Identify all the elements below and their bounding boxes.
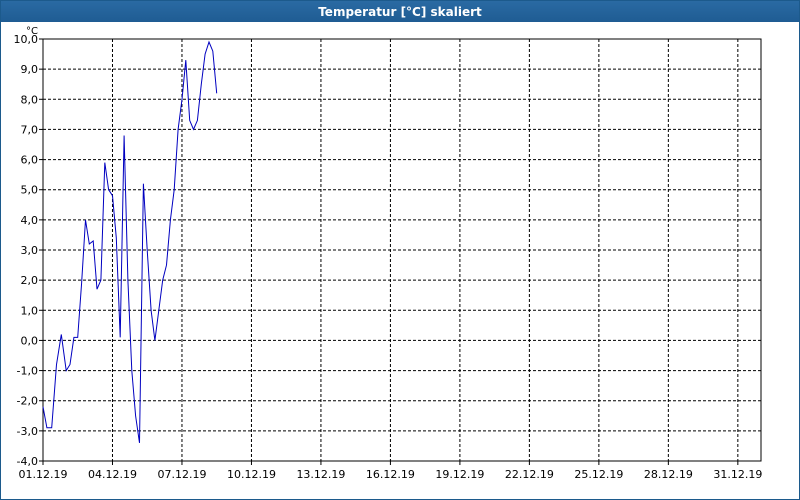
x-axis: 01.12.19 04.12.19 07.12.19 10.12.19 13.12.19… bbox=[19, 461, 762, 481]
x-tick-label: 04.12.19 bbox=[88, 468, 137, 481]
y-tick-label: 1,0 bbox=[21, 304, 39, 317]
y-tick-label: -3,0 bbox=[17, 425, 38, 438]
chart-window: Temperatur [°C] skaliert -4,0 -3,0 -2,0 -1,… bbox=[0, 0, 800, 500]
x-tick-label: 07.12.19 bbox=[157, 468, 206, 481]
y-tick-label: 2,0 bbox=[21, 274, 39, 287]
y-tick-label: 4,0 bbox=[21, 214, 39, 227]
y-tick-label: 7,0 bbox=[21, 123, 39, 136]
x-tick-label: 25.12.19 bbox=[574, 468, 623, 481]
x-tick-label: 01.12.19 bbox=[19, 468, 68, 481]
window-title: Temperatur [°C] skaliert bbox=[1, 1, 799, 22]
x-tick-label: 31.12.19 bbox=[713, 468, 762, 481]
y-tick-label: -2,0 bbox=[17, 395, 38, 408]
y-tick-label: -1,0 bbox=[17, 365, 38, 378]
x-tick-label: 28.12.19 bbox=[644, 468, 693, 481]
y-axis-unit: °C bbox=[26, 26, 38, 37]
y-tick-label: 3,0 bbox=[21, 244, 39, 257]
x-tick-label: 13.12.19 bbox=[296, 468, 345, 481]
temperature-chart: -4,0 -3,0 -2,0 -1,0 0,0 1,0 2,0 3,0 4,0 5,0 6,0 7,0… bbox=[14, 26, 763, 481]
x-tick-label: 19.12.19 bbox=[435, 468, 484, 481]
y-tick-label: -4,0 bbox=[17, 455, 38, 468]
y-tick-label: 5,0 bbox=[21, 184, 39, 197]
y-axis: -4,0 -3,0 -2,0 -1,0 0,0 1,0 2,0 3,0 4,0 5,0 6,0 7,0… bbox=[14, 33, 43, 468]
y-tick-label: 0,0 bbox=[21, 334, 39, 347]
x-tick-label: 10.12.19 bbox=[227, 468, 276, 481]
y-tick-label: 8,0 bbox=[21, 93, 39, 106]
y-tick-label: 9,0 bbox=[21, 63, 39, 76]
y-tick-label: 6,0 bbox=[21, 154, 39, 167]
x-tick-label: 16.12.19 bbox=[366, 468, 415, 481]
x-tick-label: 22.12.19 bbox=[505, 468, 554, 481]
